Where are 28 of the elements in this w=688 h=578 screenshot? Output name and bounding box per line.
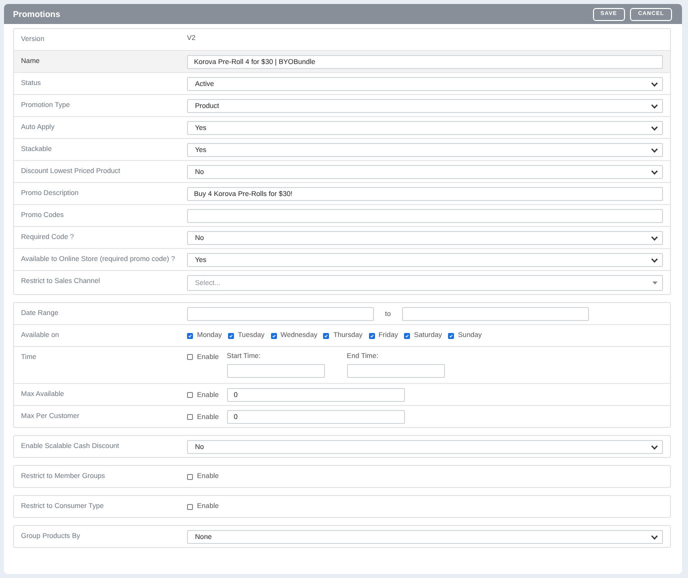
checkbox[interactable]: [187, 392, 193, 398]
checkbox[interactable]: [228, 332, 234, 338]
chevron-down-icon: [651, 170, 658, 174]
time-field[interactable]: [346, 364, 445, 378]
checkbox[interactable]: [187, 414, 193, 420]
chevron-down-icon: [651, 126, 658, 130]
time-field[interactable]: [226, 364, 325, 378]
checkbox[interactable]: [368, 332, 375, 338]
caret-icon: [652, 281, 658, 285]
checkbox[interactable]: [187, 354, 193, 360]
panel-title: Promotions: [13, 9, 60, 19]
input-field[interactable]: [187, 209, 663, 223]
chevron-down-icon: [651, 258, 658, 262]
checkbox[interactable]: [187, 474, 193, 480]
chevron-down-icon: [651, 82, 658, 86]
chevron-down-icon: [651, 236, 658, 240]
chevron-down-icon: [651, 444, 658, 450]
date-field[interactable]: [187, 307, 374, 321]
chevron-down-icon: [651, 104, 658, 108]
date-field[interactable]: [402, 307, 589, 321]
chevron-down-icon: [651, 534, 658, 540]
checkbox[interactable]: [270, 332, 276, 338]
checkbox[interactable]: [323, 332, 330, 338]
chevron-down-icon: [651, 148, 658, 152]
checkbox[interactable]: [187, 332, 193, 338]
checkbox[interactable]: [187, 504, 193, 510]
checkbox[interactable]: [404, 332, 410, 338]
checkbox[interactable]: [448, 332, 454, 338]
